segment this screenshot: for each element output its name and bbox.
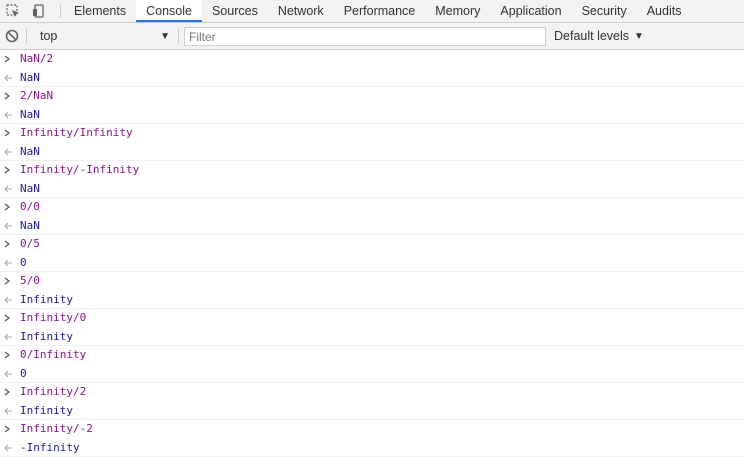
console-result-line[interactable]: -Infinity bbox=[0, 439, 744, 458]
console-result-text: Infinity bbox=[20, 329, 73, 343]
console-result-line[interactable]: 0 bbox=[0, 254, 744, 273]
console-result-text: 0 bbox=[20, 366, 27, 380]
prompt-chevron-icon bbox=[4, 124, 14, 143]
prompt-chevron-icon bbox=[4, 198, 14, 217]
console-result-line[interactable]: 0 bbox=[0, 365, 744, 384]
result-arrow-icon bbox=[4, 365, 14, 384]
console-input-line[interactable]: Infinity/-Infinity bbox=[0, 161, 744, 180]
console-result-line[interactable]: NaN bbox=[0, 69, 744, 88]
result-arrow-icon bbox=[4, 106, 14, 125]
console-input-line[interactable]: 0/Infinity bbox=[0, 346, 744, 365]
tab-network[interactable]: Network bbox=[268, 0, 334, 22]
console-input-line[interactable]: 5/0 bbox=[0, 272, 744, 291]
tab-elements[interactable]: Elements bbox=[64, 0, 136, 22]
console-input-text: 5/0 bbox=[20, 274, 40, 287]
console-input-text: 0/0 bbox=[20, 200, 40, 213]
tab-console[interactable]: Console bbox=[136, 0, 202, 22]
context-selector[interactable]: top ▼ bbox=[32, 27, 174, 45]
filter-input[interactable] bbox=[184, 27, 546, 46]
result-arrow-icon bbox=[4, 291, 14, 310]
console-result-text: 0 bbox=[20, 255, 27, 269]
console-result-line[interactable]: Infinity bbox=[0, 291, 744, 310]
console-input-line[interactable]: Infinity/Infinity bbox=[0, 124, 744, 143]
result-arrow-icon bbox=[4, 69, 14, 88]
console-input-text: 0/5 bbox=[20, 237, 40, 250]
result-arrow-icon bbox=[4, 217, 14, 236]
tab-security[interactable]: Security bbox=[572, 0, 637, 22]
console-result-text: NaN bbox=[20, 218, 40, 232]
console-result-text: Infinity bbox=[20, 292, 73, 306]
tab-sources[interactable]: Sources bbox=[202, 0, 268, 22]
console-input-text: 2/NaN bbox=[20, 89, 54, 102]
console-messages[interactable]: NaN/2 NaN 2/NaN NaN Infinity/Infinity Na… bbox=[0, 50, 744, 460]
console-input-line[interactable]: Infinity/-2 bbox=[0, 420, 744, 439]
console-result-text: -Infinity bbox=[20, 440, 80, 454]
devtools-window: Elements Console Sources Network Perform… bbox=[0, 0, 744, 460]
console-result-text: NaN bbox=[20, 144, 40, 158]
prompt-chevron-icon bbox=[4, 235, 14, 254]
chevron-down-icon: ▼ bbox=[160, 30, 170, 42]
tab-performance[interactable]: Performance bbox=[334, 0, 426, 22]
prompt-chevron-icon bbox=[4, 346, 14, 365]
console-result-text: NaN bbox=[20, 70, 40, 84]
console-input-text: 0/Infinity bbox=[20, 348, 87, 361]
console-result-line[interactable]: NaN bbox=[0, 106, 744, 125]
prompt-chevron-icon bbox=[4, 383, 14, 402]
console-input-line[interactable]: 0/0 bbox=[0, 198, 744, 217]
console-result-line[interactable]: Infinity bbox=[0, 328, 744, 347]
tab-list: Elements Console Sources Network Perform… bbox=[64, 0, 691, 22]
prompt-chevron-icon bbox=[4, 420, 14, 439]
result-arrow-icon bbox=[4, 402, 14, 421]
chevron-down-icon: ▼ bbox=[634, 30, 644, 42]
inspect-element-icon[interactable] bbox=[2, 0, 24, 22]
console-input-line[interactable]: 2/NaN bbox=[0, 87, 744, 106]
main-tab-bar: Elements Console Sources Network Perform… bbox=[0, 0, 744, 23]
console-input-text: Infinity/Infinity bbox=[20, 126, 133, 139]
console-result-text: Infinity bbox=[20, 403, 73, 417]
console-input-text: NaN/2 bbox=[20, 52, 54, 65]
log-levels-dropdown[interactable]: Default levels ▼ bbox=[554, 27, 648, 45]
result-arrow-icon bbox=[4, 439, 14, 458]
device-toolbar-icon[interactable] bbox=[28, 0, 50, 22]
toolbar-separator bbox=[26, 28, 27, 44]
context-label: top bbox=[40, 29, 58, 43]
prompt-chevron-icon bbox=[4, 87, 14, 106]
log-levels-label: Default levels bbox=[554, 29, 630, 43]
result-arrow-icon bbox=[4, 143, 14, 162]
result-arrow-icon bbox=[4, 254, 14, 273]
result-arrow-icon bbox=[4, 328, 14, 347]
tab-application[interactable]: Application bbox=[490, 0, 571, 22]
console-input-line[interactable]: 0/5 bbox=[0, 235, 744, 254]
result-arrow-icon bbox=[4, 180, 14, 199]
console-toolbar: top ▼ Default levels ▼ bbox=[0, 23, 744, 50]
console-input-line[interactable]: NaN/2 bbox=[0, 50, 744, 69]
tab-separator bbox=[60, 4, 61, 18]
console-input-text: Infinity/2 bbox=[20, 385, 87, 398]
tab-audits[interactable]: Audits bbox=[637, 0, 692, 22]
prompt-chevron-icon bbox=[4, 50, 14, 69]
console-input-line[interactable]: Infinity/2 bbox=[0, 383, 744, 402]
console-result-line[interactable]: NaN bbox=[0, 217, 744, 236]
prompt-chevron-icon bbox=[4, 272, 14, 291]
console-result-line[interactable]: Infinity bbox=[0, 402, 744, 421]
console-input-line[interactable]: Infinity/0 bbox=[0, 309, 744, 328]
console-input-text: Infinity/-2 bbox=[20, 422, 93, 435]
console-result-line[interactable]: NaN bbox=[0, 180, 744, 199]
prompt-chevron-icon bbox=[4, 161, 14, 180]
clear-console-icon[interactable] bbox=[5, 29, 19, 43]
console-result-text: NaN bbox=[20, 181, 40, 195]
prompt-chevron-icon bbox=[4, 309, 14, 328]
console-result-line[interactable]: NaN bbox=[0, 143, 744, 162]
console-result-text: NaN bbox=[20, 107, 40, 121]
tab-memory[interactable]: Memory bbox=[425, 0, 490, 22]
console-input-text: Infinity/0 bbox=[20, 311, 87, 324]
toolbar-separator bbox=[178, 28, 179, 44]
console-input-text: Infinity/-Infinity bbox=[20, 163, 140, 176]
